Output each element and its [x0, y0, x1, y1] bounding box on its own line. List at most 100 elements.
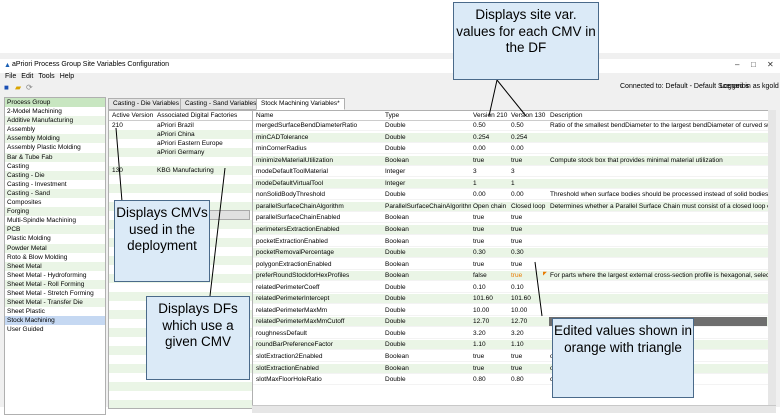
version-row[interactable]: aPriori Eastern Europe	[109, 139, 253, 148]
menu-file[interactable]: File	[5, 73, 16, 80]
col-associated-factories[interactable]: Associated Digital Factories	[157, 112, 237, 119]
variable-row[interactable]: roundBarPreferenceFactor Double 1.10 1.10	[253, 340, 775, 351]
process-group-item[interactable]: Sheet Metal	[5, 261, 105, 271]
process-group-item[interactable]: PCB	[5, 225, 105, 235]
version-row[interactable]	[109, 382, 253, 391]
variable-cell-name: slotExtractionEnabled	[256, 364, 319, 372]
process-group-item[interactable]: 2-Model Machining	[5, 107, 105, 116]
menu-tools[interactable]: Tools	[38, 73, 54, 80]
col-type[interactable]: Type	[385, 112, 399, 119]
version-row[interactable]	[109, 157, 253, 166]
process-group-item[interactable]: Bar & Tube Fab	[5, 152, 105, 162]
open-folder-icon[interactable]: ▰	[15, 83, 21, 92]
variable-cell-v130: true	[511, 353, 523, 360]
process-group-item[interactable]: Sheet Metal - Stretch Forming	[5, 289, 105, 298]
process-group-item[interactable]: Casting - Investment	[5, 180, 105, 189]
version-row[interactable]: aPriori China	[109, 130, 253, 139]
variable-cell-v210: 3	[473, 168, 477, 176]
variable-row[interactable]: polygonExtractionEnabled Boolean true true	[253, 260, 775, 270]
variables-table: Name Type Version 210 Version 130 Descri…	[252, 110, 776, 409]
menu-help[interactable]: Help	[60, 73, 74, 80]
process-group-item[interactable]: Plastic Molding	[5, 234, 105, 243]
horizontal-scrollbar[interactable]	[252, 405, 776, 413]
version-row[interactable]: 130 KBG Manufacturing	[109, 166, 253, 175]
version-row[interactable]: aPriori Germany	[109, 148, 253, 157]
process-group-item[interactable]: Assembly Plastic Molding	[5, 143, 105, 152]
variable-cell-name: relatedPerimeterMaxMm	[256, 306, 328, 314]
tab-stock-machining[interactable]: Stock Machining Variables*	[256, 98, 345, 110]
process-group-list: Process Group 2-Model Machining Additive …	[4, 97, 106, 415]
variable-row[interactable]: slotExtraction2EnabledBooleantruetrueot …	[253, 352, 775, 362]
variable-row[interactable]: roughnessDefault Double 3.20 3.20	[253, 329, 775, 339]
factory-cell: aPriori Germany	[157, 149, 205, 156]
version-row[interactable]	[109, 184, 253, 193]
vertical-scrollbar[interactable]	[768, 110, 776, 405]
process-group-item[interactable]: Casting - Sand	[5, 188, 105, 199]
variable-row[interactable]: perimetersExtractionEnabled Boolean true tr…	[253, 224, 775, 235]
process-group-item[interactable]: Casting - Die	[5, 170, 105, 180]
version-row[interactable]	[109, 175, 253, 184]
variable-row[interactable]: slotExtractionEnabledBooleantruetrueo tr…	[253, 363, 775, 374]
variable-cell-name: relatedPerimeterCoeff	[256, 283, 320, 291]
variable-cell-v130: true	[511, 364, 523, 372]
variable-row[interactable]: pocketExtractionEnabled Boolean true true	[253, 237, 775, 247]
variable-row[interactable]: parallelSurfaceChainEnabled Boolean true tr…	[253, 213, 775, 224]
version-row[interactable]	[109, 283, 253, 292]
version-row[interactable]	[109, 400, 253, 408]
refresh-icon[interactable]: ⟳	[26, 83, 33, 92]
minimize-icon[interactable]: –	[735, 60, 739, 69]
col-description[interactable]: Description	[550, 112, 583, 119]
variable-row[interactable]: slotMaxFloorHoleRatioDouble0.800.80carde…	[253, 375, 775, 386]
variable-row[interactable]: nonSolidBodyThreshold Double 0.00 0.00 Thres…	[253, 190, 775, 201]
variable-cell-v130: 1.10	[511, 341, 524, 349]
process-group-item[interactable]: Sheet Metal - Hydroforming	[5, 271, 105, 280]
process-group-item[interactable]: Sheet Metal - Roll Forming	[5, 279, 105, 289]
variable-row[interactable]: relatedPerimeterMaxMm Double 10.00 10.00	[253, 306, 775, 316]
variable-row[interactable]: relatedPerimeterMaxMmCutoff Double 12.70 12…	[253, 317, 775, 328]
factory-cell: aPriori China	[157, 131, 195, 138]
process-group-item[interactable]: Forging	[5, 207, 105, 217]
process-group-item[interactable]: Sheet Plastic	[5, 307, 105, 316]
maximize-icon[interactable]: □	[751, 60, 756, 69]
process-group-item[interactable]: Composites	[5, 198, 105, 207]
process-group-item[interactable]: Roto & Blow Molding	[5, 253, 105, 262]
variable-row[interactable]: modeDefaultVirtualTool Integer 1 1	[253, 178, 775, 189]
col-active-version[interactable]: Active Version	[112, 112, 153, 119]
tab-casting-die[interactable]: Casting - Die Variables	[108, 98, 184, 110]
variable-cell-v210: true	[473, 260, 485, 268]
col-version-210[interactable]: Version 210	[473, 112, 507, 119]
process-group-item[interactable]: Assembly	[5, 125, 105, 134]
variable-row[interactable]: pocketRemovalPercentage Double 0.30 0.30	[253, 248, 775, 259]
variable-row[interactable]: modeDefaultToolMaterial Integer 3 3	[253, 167, 775, 178]
process-group-item[interactable]: Additive Manufacturing	[5, 116, 105, 126]
variable-cell-desc: Compute stock box that provides minimal …	[550, 156, 723, 164]
variable-row[interactable]: relatedPerimeterIntercept Double 101.60 101…	[253, 294, 775, 305]
variable-cell-v130: 0.00	[511, 191, 524, 199]
variable-cell-v210: 3.20	[473, 329, 486, 337]
process-group-item[interactable]: Stock Machining	[5, 316, 105, 326]
tab-casting-sand[interactable]: Casting - Sand Variables	[180, 98, 262, 110]
col-version-130[interactable]: Version 130	[511, 112, 545, 119]
process-group-item[interactable]: Multi-Spindle Machining	[5, 216, 105, 225]
process-group-item[interactable]: User Guided	[5, 325, 105, 334]
col-name[interactable]: Name	[256, 112, 273, 119]
version-pane-header: Active Version Associated Digital Factor…	[109, 111, 253, 121]
version-row[interactable]	[109, 391, 253, 400]
variable-row[interactable]: minCornerRadius Double 0.00 0.00	[253, 144, 775, 155]
close-icon[interactable]: ✕	[767, 60, 774, 69]
variable-cell-v210: 0.10	[473, 283, 486, 291]
variable-row[interactable]: minCADTolerance Double 0.254 0.254	[253, 132, 775, 143]
version-row[interactable]: 210 aPriori Brazil	[109, 121, 253, 130]
process-group-item[interactable]: Powder Metal	[5, 243, 105, 253]
variable-row[interactable]: minimizeMaterialUtilization Boolean true tr…	[253, 155, 775, 166]
process-group-item[interactable]: Casting	[5, 162, 105, 171]
variable-cell-v130: Closed loop	[511, 202, 546, 210]
variable-row[interactable]: mergedSurfaceBendDiameterRatio Double 0.50…	[253, 121, 775, 131]
process-group-item[interactable]: Sheet Metal - Transfer Die	[5, 298, 105, 308]
process-group-item[interactable]: Assembly Molding	[5, 134, 105, 144]
variable-row[interactable]: relatedPerimeterCoeff Double 0.10 0.10	[253, 283, 775, 293]
variable-row[interactable]: parallelSurfaceChainAlgorithm ParallelSur…	[253, 201, 775, 212]
variable-row[interactable]: preferRoundStockforHexProfiles Boolean fal…	[253, 271, 775, 282]
menu-edit[interactable]: Edit	[21, 73, 33, 80]
save-icon[interactable]: ■	[4, 83, 9, 92]
